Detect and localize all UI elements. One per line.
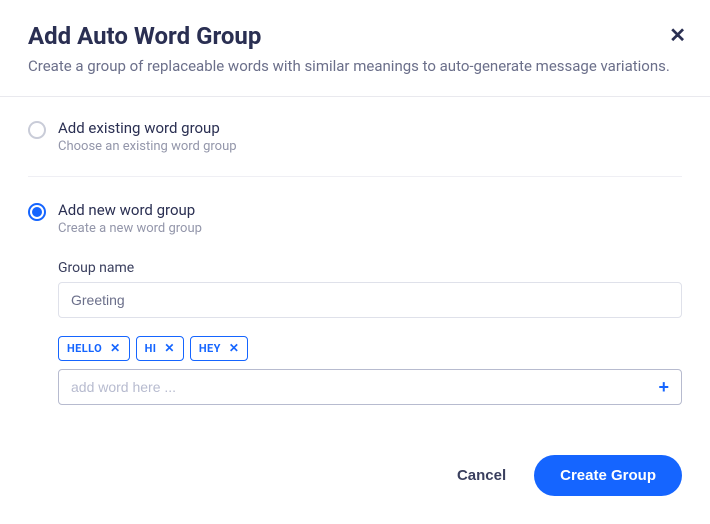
word-tag: HI ✕ xyxy=(136,336,184,361)
add-word-input[interactable] xyxy=(59,370,646,404)
word-tag: HEY ✕ xyxy=(190,336,248,361)
remove-tag-icon[interactable]: ✕ xyxy=(164,342,174,354)
option-new[interactable]: Add new word group Create a new word gro… xyxy=(28,197,682,240)
close-icon[interactable]: ✕ xyxy=(669,26,686,46)
word-tag-label: HEY xyxy=(199,342,221,355)
word-tags-row: HELLO ✕ HI ✕ HEY ✕ xyxy=(58,336,682,361)
option-existing-desc: Choose an existing word group xyxy=(58,139,682,154)
dialog-footer: Cancel Create Group xyxy=(0,433,710,524)
radio-new[interactable] xyxy=(28,203,46,221)
remove-tag-icon[interactable]: ✕ xyxy=(229,342,239,354)
word-tag-label: HELLO xyxy=(67,342,102,355)
option-existing-title: Add existing word group xyxy=(58,119,682,137)
option-existing[interactable]: Add existing word group Choose an existi… xyxy=(28,115,682,158)
word-tag: HELLO ✕ xyxy=(58,336,130,361)
dialog-subtitle: Create a group of replaceable words with… xyxy=(28,56,682,78)
option-new-text: Add new word group Create a new word gro… xyxy=(58,201,682,236)
option-existing-block: Add existing word group Choose an existi… xyxy=(28,115,682,177)
radio-existing[interactable] xyxy=(28,121,46,139)
plus-icon: + xyxy=(658,377,669,397)
option-existing-text: Add existing word group Choose an existi… xyxy=(58,119,682,154)
option-new-desc: Create a new word group xyxy=(58,221,682,236)
add-word-button[interactable]: + xyxy=(646,378,681,396)
remove-tag-icon[interactable]: ✕ xyxy=(110,342,120,354)
cancel-button[interactable]: Cancel xyxy=(453,457,510,494)
add-word-row: + xyxy=(58,369,682,405)
new-group-form: Group name HELLO ✕ HI ✕ HEY ✕ + xyxy=(28,240,682,405)
create-group-button[interactable]: Create Group xyxy=(534,455,682,496)
dialog-header: Add Auto Word Group Create a group of re… xyxy=(0,0,710,97)
group-name-label: Group name xyxy=(58,260,682,276)
options-section: Add existing word group Choose an existi… xyxy=(0,97,710,405)
dialog-title: Add Auto Word Group xyxy=(28,22,682,50)
option-new-block: Add new word group Create a new word gro… xyxy=(28,197,682,405)
add-word-group-dialog: Add Auto Word Group Create a group of re… xyxy=(0,0,710,524)
option-new-title: Add new word group xyxy=(58,201,682,219)
group-name-input[interactable] xyxy=(58,282,682,318)
word-tag-label: HI xyxy=(145,342,157,355)
